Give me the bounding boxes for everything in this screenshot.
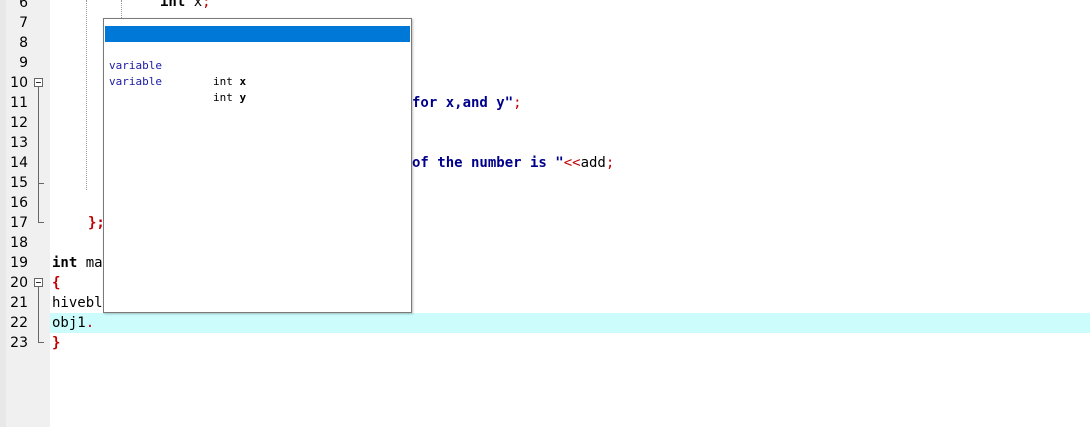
fold-end-tick [38, 222, 44, 223]
brace-token: } [52, 335, 61, 351]
line-number: 23 [10, 335, 28, 351]
item-kind-label: variable [109, 75, 162, 88]
line-number: 18 [10, 235, 28, 251]
indent-guide [86, 0, 87, 190]
semicolon-token: ; [513, 95, 522, 111]
code-line-20: { [52, 273, 60, 293]
identifier-token: hivebl [52, 295, 103, 311]
fold-collapse-icon[interactable] [34, 78, 43, 87]
code-line-11: for x,and y"; [412, 93, 522, 113]
semicolon-token: ; [605, 155, 615, 171]
line-number: 15 [10, 175, 28, 191]
string-token: for x,and y" [412, 95, 514, 111]
string-token: of the number is " [412, 155, 564, 171]
line-number: 8 [19, 35, 28, 51]
item-signature: int x [213, 74, 246, 90]
identifier-token: x [193, 0, 203, 10]
line-number: 14 [10, 155, 28, 171]
code-line-23: } [52, 333, 60, 353]
line-number: 6 [19, 0, 28, 11]
line-number: 7 [19, 15, 28, 31]
semicolon-token: ; [202, 0, 211, 10]
item-name: y [239, 91, 247, 104]
fold-range-line [38, 287, 39, 342]
line-number: 11 [10, 95, 28, 111]
autocomplete-item-x[interactable]: variable int x [105, 42, 410, 88]
line-number: 10 [10, 75, 28, 91]
indent-guide [121, 0, 122, 18]
code-line-22[interactable]: obj1. [52, 313, 94, 333]
line-number: 17 [10, 215, 28, 231]
line-number: 22 [10, 315, 28, 331]
code-line-19: int ma [52, 253, 103, 273]
identifier-token: add [580, 155, 606, 171]
code-line-21: hivebl [52, 293, 103, 313]
fold-range-line [38, 87, 39, 222]
fold-margin [33, 0, 50, 427]
line-number: 21 [10, 295, 28, 311]
keyword-token: int [52, 255, 78, 271]
item-type: int [213, 91, 233, 104]
code-line-14: of the number is "<<add; [412, 153, 614, 173]
keyword-token: int [160, 0, 186, 10]
item-signature: int y [213, 90, 246, 106]
fold-tick [38, 183, 44, 184]
line-number: 19 [10, 255, 28, 271]
brace-token: { [52, 275, 61, 291]
autocomplete-item-display[interactable]: function int display () [105, 26, 410, 72]
identifier-token: ma [85, 255, 103, 271]
line-number: 16 [10, 195, 28, 211]
item-type: int [213, 75, 233, 88]
autocomplete-popup[interactable]: function int display () variable int x v… [103, 18, 412, 313]
operator-token: << [563, 155, 581, 171]
item-name: x [239, 75, 247, 88]
dot-operator-token: . [85, 315, 95, 331]
line-number: 20 [10, 275, 28, 291]
identifier-token: obj1 [52, 315, 86, 331]
line-number: 9 [19, 55, 28, 71]
line-number: 13 [10, 135, 28, 151]
code-line-6: int x; [160, 0, 211, 12]
line-number: 12 [10, 115, 28, 131]
current-line-highlight [50, 313, 1090, 333]
autocomplete-item-y[interactable]: variable int y [105, 58, 410, 104]
fold-end-tick [38, 342, 44, 343]
fold-collapse-icon[interactable] [34, 278, 43, 287]
